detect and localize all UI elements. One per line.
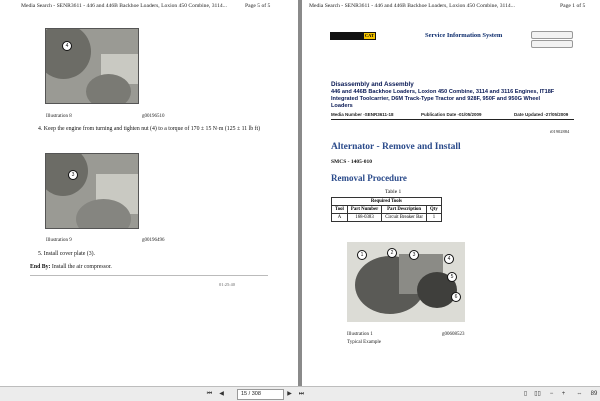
zoom-in-icon[interactable]: +	[559, 390, 568, 398]
illustration-caption: Illustration 1	[347, 332, 373, 337]
date-updated: Date Updated -27/05/2009	[514, 112, 569, 117]
cat-logo: CAT	[364, 33, 375, 39]
illustration-code: g00196496	[142, 238, 165, 243]
next-page-icon[interactable]: ▶	[285, 390, 294, 398]
callout-marker: 6	[451, 292, 461, 302]
callout-marker: 1	[357, 250, 367, 260]
sis-header-box	[531, 40, 573, 48]
table-title: Required Tools	[331, 197, 442, 206]
two-page-view-icon[interactable]: ▯▯	[533, 390, 542, 398]
table-header: Tool	[331, 205, 348, 214]
required-tools-table: Required Tools Tool Part Number Part Des…	[331, 197, 442, 222]
step-5-text: 5. Install cover plate (3).	[38, 251, 95, 257]
document-page-left: Media Search - SENR3611 - 446 and 446B B…	[0, 0, 298, 386]
subsection-title: Removal Procedure	[331, 173, 407, 183]
callout-marker: 2	[387, 248, 397, 258]
end-by-line: End By: Install the air compressor.	[30, 264, 112, 270]
doc-subtitle: 446 and 446B Backhoe Loaders, Loxion 450…	[331, 89, 555, 95]
last-page-icon[interactable]: ⏭	[297, 390, 306, 398]
table-header: Part Number	[346, 205, 383, 214]
first-page-icon[interactable]: ⏮	[205, 390, 214, 398]
zoom-out-icon[interactable]: −	[547, 390, 556, 398]
table-header: Part Description	[381, 205, 428, 214]
viewer-toolbar: ⏮ ◀ 15 / 308 ▶ ⏭ ▯ ▯▯ − + ⇔ 89	[0, 386, 600, 401]
divider	[30, 275, 268, 276]
callout-marker: 4	[62, 41, 72, 51]
single-page-view-icon[interactable]: ▯	[521, 390, 530, 398]
table-cell: Circuit Breaker Bar	[381, 213, 428, 222]
page-header: Media Search - SENR3611 - 446 and 446B B…	[21, 3, 227, 9]
doc-subtitle: Integrated Toolcarrier, D6M Track-Type T…	[331, 96, 541, 102]
table-caption: Table 1	[385, 189, 402, 195]
page-header: Media Search - SENR3611 - 446 and 446B B…	[309, 3, 515, 9]
finning-cat-logo: FINNING CAT	[330, 32, 376, 47]
divider	[331, 119, 574, 120]
table-cell: A	[331, 213, 348, 222]
fit-width-icon[interactable]: ⇔	[575, 390, 584, 398]
document-page-right: Media Search - SENR3611 - 446 and 446B B…	[302, 0, 600, 386]
illustration-caption: Illustration 9	[46, 238, 72, 243]
end-by-label: End By:	[30, 264, 51, 270]
table-cell: 1	[426, 213, 442, 222]
illustration-caption: Illustration 8	[46, 114, 72, 119]
illustration-8-image: 4	[45, 28, 139, 104]
doc-subtitle: Loaders	[331, 103, 353, 109]
callout-marker: 3	[409, 250, 419, 260]
end-by-text: Install the air compressor.	[51, 264, 112, 270]
footer-code: 01:25:40	[219, 282, 236, 287]
page-number-label: Page 1 of 5	[560, 3, 586, 9]
section-title: Alternator - Remove and Install	[331, 142, 461, 152]
illustration-code: g00608523	[442, 332, 465, 337]
previous-page-icon[interactable]: ◀	[217, 390, 226, 398]
logo-text: FINNING	[332, 41, 355, 47]
callout-marker: 5	[447, 272, 457, 282]
sis-title: Service Information System	[425, 32, 503, 39]
table-row: A 168-0383 Circuit Breaker Bar 1	[331, 213, 442, 222]
callout-marker: 3	[68, 170, 78, 180]
page-number-label: Page 5 of 5	[245, 3, 271, 9]
table-header: Qty	[426, 205, 442, 214]
illustration-9-image: 3	[45, 153, 139, 229]
doc-title: Disassembly and Assembly	[331, 81, 414, 88]
illustration-code: g00196510	[142, 114, 165, 119]
toolbar-value: 89	[590, 391, 598, 397]
page-number-field[interactable]: 15 / 308	[237, 389, 284, 400]
illustration-1-image: 1 2 3 4 5 6	[347, 242, 465, 322]
smcs-line: SMCS - 1405-010	[331, 159, 372, 165]
illustration-subcaption: Typical Example	[347, 340, 381, 345]
table-cell: 168-0383	[346, 213, 383, 222]
doc-id: i01902884	[550, 129, 570, 134]
media-number: Media Number -SENR3611-18	[331, 112, 394, 117]
step-4-text: 4. Keep the engine from turning and tigh…	[38, 126, 261, 132]
sis-header-box	[531, 31, 573, 39]
callout-marker: 4	[444, 254, 454, 264]
publication-date: Publication Date -01/05/2009	[421, 112, 482, 117]
